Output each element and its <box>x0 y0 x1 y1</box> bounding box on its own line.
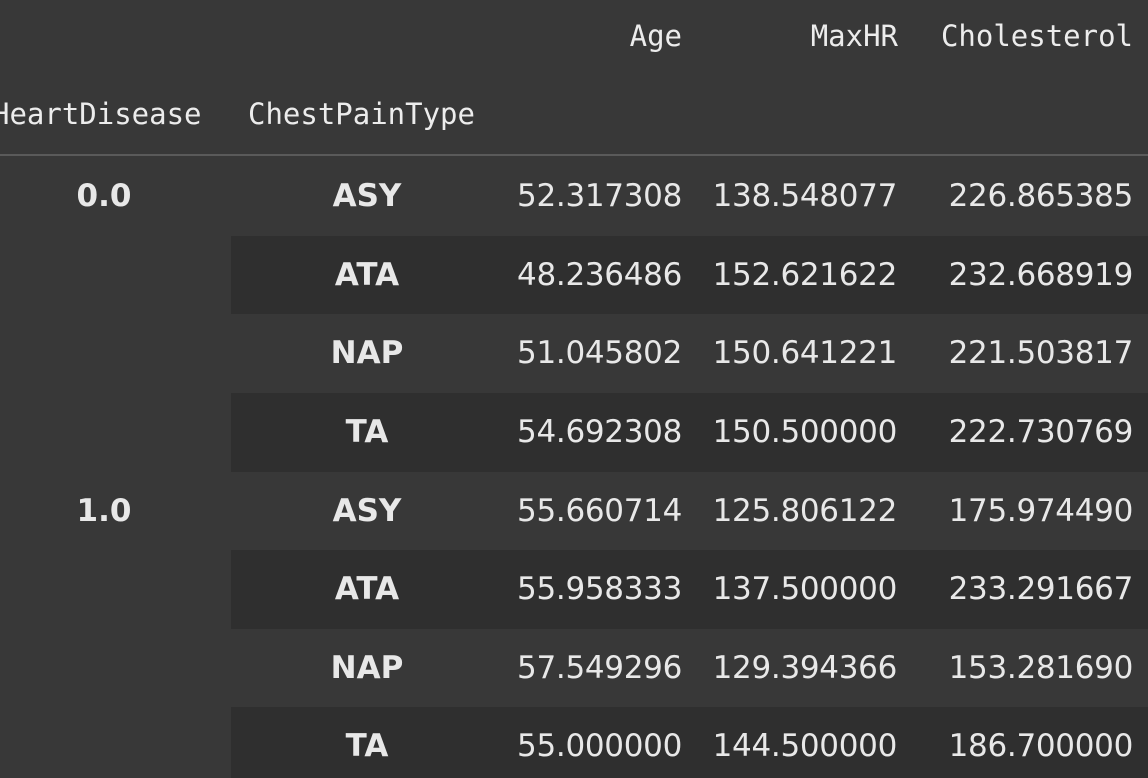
cell-maxhr: 144.500000 <box>712 728 898 764</box>
column-header-cholesterol: Cholesterol <box>940 19 1133 53</box>
column-header-maxhr: MaxHR <box>810 19 898 53</box>
cell-cholesterol: 222.730769 <box>948 414 1134 450</box>
cell-maxhr: 138.548077 <box>712 178 898 214</box>
table-row: TA 54.692308 150.500000 222.730769 <box>0 393 1148 472</box>
column-header-age: Age <box>629 19 682 53</box>
index-chestpaintype: ASY <box>332 493 402 529</box>
cell-maxhr: 150.641221 <box>712 335 898 371</box>
index-header-chestpaintype: ChestPainType <box>248 97 475 131</box>
cell-cholesterol: 226.865385 <box>948 178 1134 214</box>
index-chestpaintype: NAP <box>330 650 404 686</box>
table-row: TA 55.000000 144.500000 186.700000 <box>0 707 1148 778</box>
table-row: 0.0 ASY 52.317308 138.548077 226.865385 <box>0 157 1148 236</box>
index-chestpaintype: TA <box>345 414 389 450</box>
index-heartdisease <box>0 550 208 629</box>
header-divider <box>0 154 1148 156</box>
cell-maxhr: 125.806122 <box>712 493 898 529</box>
index-heartdisease <box>0 393 208 472</box>
index-heartdisease <box>0 314 208 393</box>
index-heartdisease: 0.0 <box>76 178 132 214</box>
index-chestpaintype: ATA <box>334 571 400 607</box>
cell-maxhr: 129.394366 <box>712 650 898 686</box>
index-chestpaintype: TA <box>345 728 389 764</box>
cell-age: 57.549296 <box>517 650 682 686</box>
cell-maxhr: 150.500000 <box>712 414 898 450</box>
cell-cholesterol: 153.281690 <box>948 650 1134 686</box>
cell-age: 52.317308 <box>517 178 682 214</box>
cell-cholesterol: 232.668919 <box>948 257 1134 293</box>
index-chestpaintype: NAP <box>330 335 404 371</box>
cell-cholesterol: 186.700000 <box>948 728 1134 764</box>
index-heartdisease <box>0 236 208 315</box>
table-row: NAP 51.045802 150.641221 221.503817 <box>0 314 1148 393</box>
cell-maxhr: 137.500000 <box>712 571 898 607</box>
cell-age: 55.958333 <box>517 571 682 607</box>
table-row: NAP 57.549296 129.394366 153.281690 <box>0 629 1148 708</box>
table-row: 1.0 ASY 55.660714 125.806122 175.974490 <box>0 472 1148 551</box>
cell-age: 51.045802 <box>517 335 682 371</box>
index-chestpaintype: ATA <box>334 257 400 293</box>
table-row: ATA 55.958333 137.500000 233.291667 <box>0 550 1148 629</box>
cell-age: 48.236486 <box>517 257 682 293</box>
index-heartdisease: 1.0 <box>76 493 132 529</box>
cell-cholesterol: 233.291667 <box>948 571 1134 607</box>
index-heartdisease <box>0 707 208 778</box>
cell-maxhr: 152.621622 <box>712 257 898 293</box>
index-header-heartdisease: HeartDisease <box>0 97 202 131</box>
cell-age: 55.000000 <box>517 728 682 764</box>
cell-cholesterol: 175.974490 <box>948 493 1134 529</box>
index-chestpaintype: ASY <box>332 178 402 214</box>
cell-cholesterol: 221.503817 <box>948 335 1134 371</box>
table-row: ATA 48.236486 152.621622 232.668919 <box>0 236 1148 315</box>
cell-age: 55.660714 <box>517 493 682 529</box>
index-heartdisease <box>0 629 208 708</box>
cell-age: 54.692308 <box>517 414 682 450</box>
dataframe-output: Age MaxHR Cholesterol HeartDisease Chest… <box>0 0 1148 778</box>
